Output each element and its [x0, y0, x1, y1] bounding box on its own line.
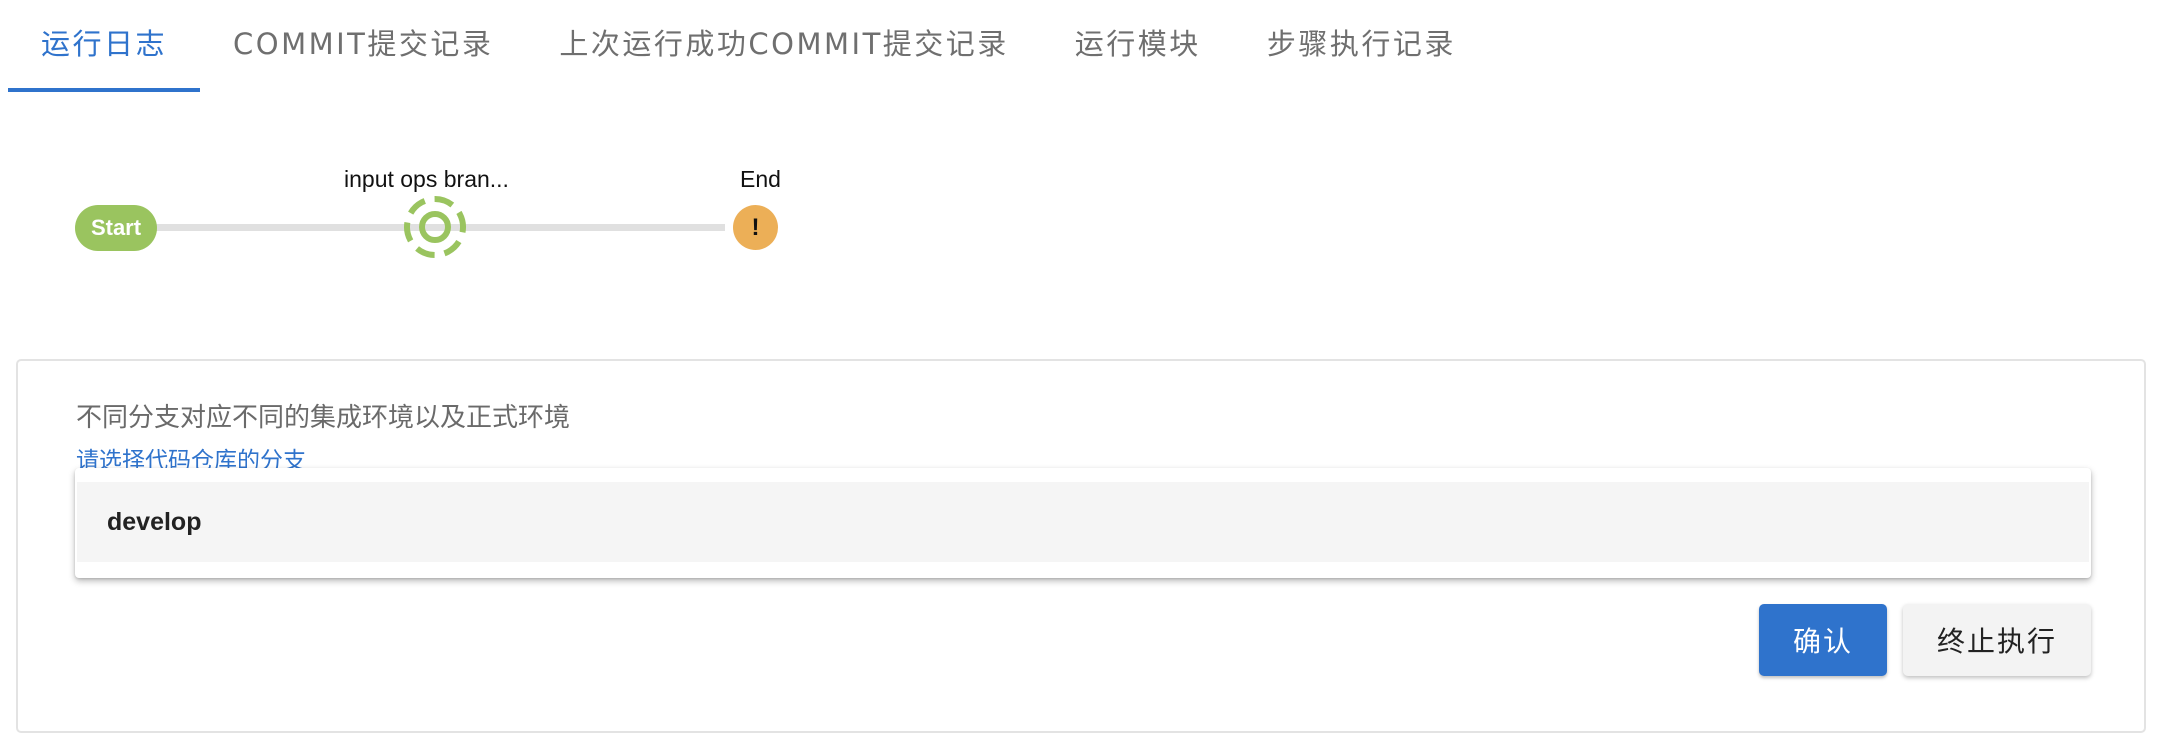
tab-label: 运行模块 — [1074, 27, 1201, 61]
running-stage-icon[interactable] — [403, 195, 467, 259]
stage-label: End — [740, 166, 781, 192]
tab-commit-records[interactable]: COMMIT提交记录 — [200, 0, 526, 92]
warning-stage-icon[interactable]: ! — [733, 205, 778, 250]
tab-step-records[interactable]: 步骤执行记录 — [1234, 0, 1489, 92]
confirm-button[interactable]: 确认 — [1759, 604, 1887, 676]
tab-last-success-commits[interactable]: 上次运行成功COMMIT提交记录 — [526, 0, 1041, 92]
pipeline-run-page: 运行日志 COMMIT提交记录 上次运行成功COMMIT提交记录 运行模块 步骤… — [0, 0, 2158, 740]
branch-option-selected[interactable]: develop — [77, 482, 2089, 562]
tab-label: COMMIT提交记录 — [233, 27, 494, 61]
pipeline-start-node[interactable]: Start — [75, 205, 157, 251]
tab-run-modules[interactable]: 运行模块 — [1042, 0, 1234, 92]
stop-label: 终止执行 — [1936, 625, 2057, 658]
tab-label: 运行日志 — [41, 27, 168, 61]
stop-execution-button[interactable]: 终止执行 — [1903, 604, 2091, 676]
tab-label: 步骤执行记录 — [1266, 27, 1456, 61]
input-step-card: 不同分支对应不同的集成环境以及正式环境 请选择代码仓库的分支 develop 确… — [16, 359, 2146, 733]
branch-value: develop — [107, 507, 202, 536]
stage-label: input ops bran... — [344, 166, 509, 192]
confirm-label: 确认 — [1792, 625, 1853, 658]
tab-run-log[interactable]: 运行日志 — [8, 0, 201, 92]
branch-select[interactable]: develop — [75, 468, 2091, 578]
exclamation-icon: ! — [751, 213, 760, 241]
tab-label: 上次运行成功COMMIT提交记录 — [559, 27, 1009, 61]
pipeline-connector — [150, 224, 435, 231]
pipeline-graph: Start input ops bran... End ! — [0, 150, 900, 270]
input-description: 不同分支对应不同的集成环境以及正式环境 — [76, 403, 571, 433]
pipeline-connector — [435, 224, 725, 231]
start-label: Start — [90, 215, 142, 240]
tab-bar: 运行日志 COMMIT提交记录 上次运行成功COMMIT提交记录 运行模块 步骤… — [8, 0, 1489, 92]
